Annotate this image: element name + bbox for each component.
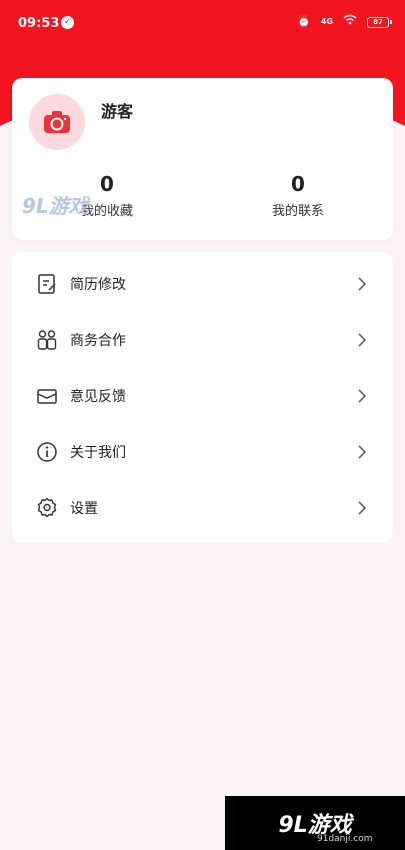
menu-label-about: 关于我们 — [70, 445, 126, 461]
resume-edit-icon — [38, 274, 56, 294]
avatar[interactable] — [29, 94, 85, 150]
chevron-right-icon — [358, 333, 367, 347]
mail-icon — [37, 389, 57, 404]
menu-item-resume[interactable]: 简历修改 — [12, 256, 393, 312]
check-icon: ✓ — [61, 16, 74, 29]
contacts-count: 0 — [291, 172, 305, 196]
menu-item-feedback[interactable]: 意见反馈 — [12, 368, 393, 424]
status-icons: ⏰ 4G 87 — [297, 14, 392, 30]
menu-label-business: 商务合作 — [70, 333, 126, 349]
watermark-logo: 9L游戏 — [22, 194, 89, 218]
wifi-icon — [343, 14, 357, 30]
camera-icon — [44, 111, 70, 133]
menu-item-about[interactable]: 关于我们 — [12, 424, 393, 480]
menu-label-resume: 简历修改 — [70, 277, 126, 293]
alarm-icon: ⏰ — [297, 15, 311, 28]
menu-label-settings: 设置 — [70, 501, 98, 517]
contacts-stat[interactable]: 0 我的联系 — [238, 172, 358, 219]
watermark-banner: 9L游戏 91danji.com — [225, 796, 405, 850]
menu-label-feedback: 意见反馈 — [70, 389, 126, 405]
username[interactable]: 游客 — [101, 98, 133, 122]
contacts-label: 我的联系 — [271, 204, 324, 219]
menu-item-settings[interactable]: 设置 — [12, 480, 393, 536]
menu-list: 简历修改 商务合作 意见反馈 关于我们 设置 — [12, 252, 393, 542]
watermark-site: 91danji.com — [317, 834, 373, 844]
network-indicator: 4G — [320, 17, 333, 26]
chevron-right-icon — [358, 445, 367, 459]
info-icon — [37, 442, 57, 462]
status-time: 09:53 — [18, 16, 60, 31]
settings-icon — [37, 497, 57, 518]
battery-icon: 87 — [367, 16, 392, 28]
menu-item-business[interactable]: 商务合作 — [12, 312, 393, 368]
chevron-right-icon — [358, 389, 367, 403]
status-bar: 09:53 ✓ ⏰ 4G 87 — [0, 0, 405, 46]
chevron-right-icon — [358, 277, 367, 291]
chevron-right-icon — [358, 501, 367, 515]
people-icon — [37, 330, 57, 350]
